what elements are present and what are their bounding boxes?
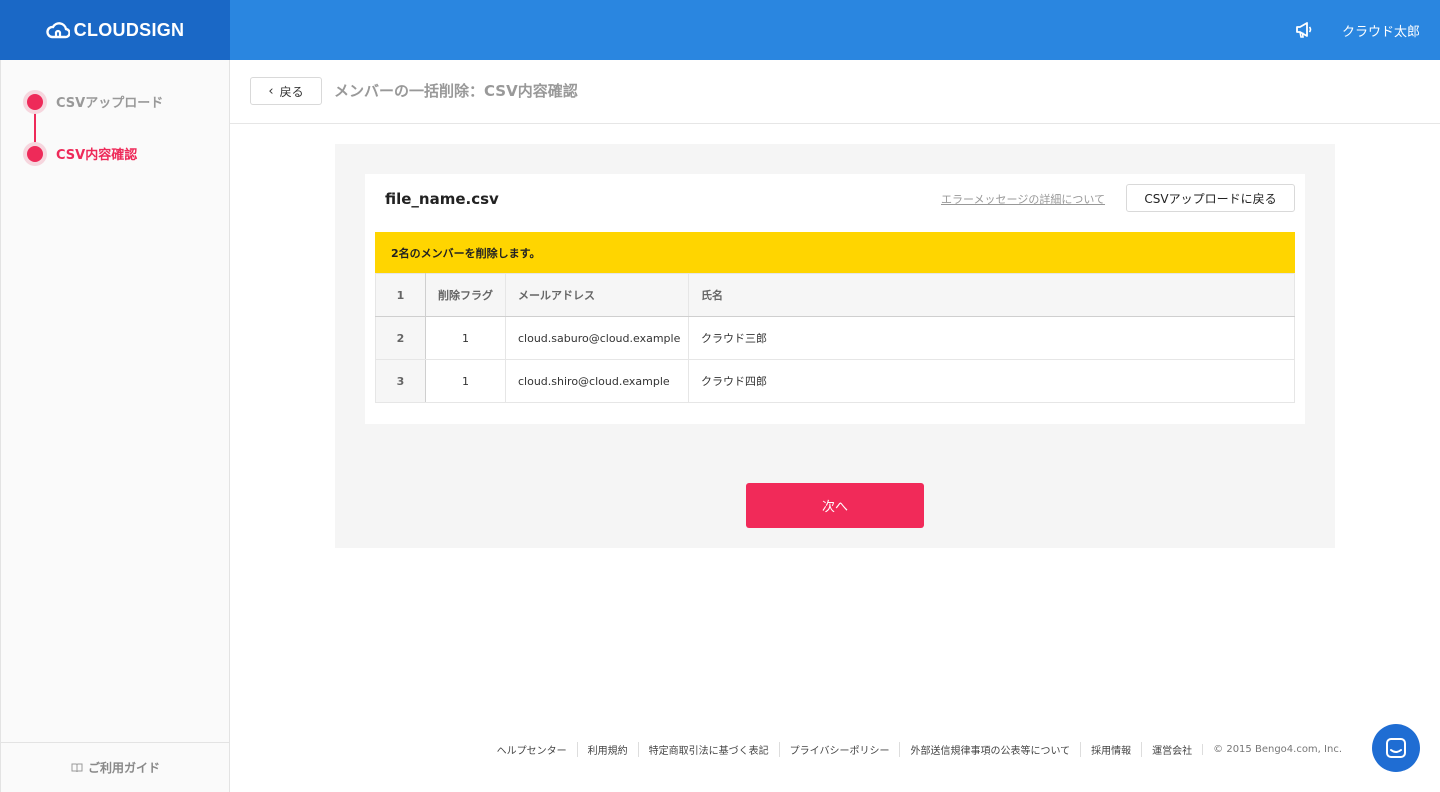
csv-card: file_name.csv エラーメッセージの詳細について CSVアップロードに… [365, 174, 1305, 424]
row-number: 2 [375, 316, 426, 360]
sidebar: CSVアップロード CSV内容確認 ご利用ガイド [0, 60, 230, 792]
logo[interactable]: CLOUDSIGN [0, 0, 230, 60]
top-header: CLOUDSIGN クラウド太郎 [0, 0, 1440, 60]
cloud-logo-icon [45, 22, 70, 39]
footer-link-terms[interactable]: 利用規約 [576, 742, 638, 757]
file-name: file_name.csv [385, 190, 499, 208]
chevron-left-icon: ‹ [268, 83, 274, 99]
page-header: ‹ 戻る メンバーの一括削除：CSV内容確認 [230, 60, 1440, 124]
cell-email: cloud.shiro@cloud.example [505, 359, 689, 403]
megaphone-icon[interactable] [1294, 20, 1314, 40]
step-label: CSV内容確認 [56, 148, 138, 163]
step-label: CSVアップロード [56, 96, 164, 111]
content-panel: file_name.csv エラーメッセージの詳細について CSVアップロードに… [335, 144, 1335, 548]
row-number: 1 [375, 273, 426, 317]
delete-notice: 2名のメンバーを削除します。 [375, 232, 1295, 273]
table-header-row: 1 削除フラグ メールアドレス 氏名 [375, 273, 1295, 317]
footer-link-commerce[interactable]: 特定商取引法に基づく表記 [637, 742, 779, 757]
table-row: 3 1 cloud.shiro@cloud.example クラウド四郎 [375, 359, 1295, 403]
error-details-link[interactable]: エラーメッセージの詳細について [941, 191, 1105, 207]
step-csv-confirm: CSV内容確認 [27, 144, 137, 163]
logo-text: CLOUDSIGN [73, 19, 185, 40]
footer-link-external[interactable]: 外部送信規律事項の公表等について [899, 742, 1080, 757]
book-icon [71, 763, 83, 772]
cell-flag: 1 [425, 316, 506, 360]
page-title: メンバーの一括削除：CSV内容確認 [334, 82, 578, 100]
step-dot [27, 93, 43, 110]
cell-email: cloud.saburo@cloud.example [505, 316, 689, 360]
back-button[interactable]: ‹ 戻る [250, 77, 322, 105]
footer-link-careers[interactable]: 採用情報 [1080, 742, 1141, 757]
column-header-email: メールアドレス [505, 273, 689, 317]
row-number: 3 [375, 359, 426, 403]
guide-label: ご利用ガイド [87, 761, 160, 775]
cell-name: クラウド四郎 [688, 359, 1295, 403]
cell-flag: 1 [425, 359, 506, 403]
footer-link-privacy[interactable]: プライバシーポリシー [778, 742, 900, 757]
footer-link-help[interactable]: ヘルプセンター [487, 742, 577, 757]
csv-table: 1 削除フラグ メールアドレス 氏名 2 1 cloud.saburo@clou… [375, 273, 1295, 403]
step-dot [27, 145, 43, 162]
back-label: 戻る [279, 84, 304, 99]
usage-guide-link[interactable]: ご利用ガイド [1, 742, 230, 792]
copyright: © 2015 Bengo4.com, Inc. [1202, 744, 1342, 755]
chat-launcher-button[interactable] [1372, 724, 1420, 772]
column-header-flag: 削除フラグ [425, 273, 506, 317]
back-to-csv-upload-button[interactable]: CSVアップロードに戻る [1126, 184, 1295, 212]
chat-icon [1386, 738, 1406, 758]
step-csv-upload: CSVアップロード [27, 92, 163, 111]
next-button[interactable]: 次へ [746, 483, 924, 528]
footer-link-company[interactable]: 運営会社 [1141, 742, 1202, 757]
next-area: 次へ [335, 464, 1335, 548]
footer: ヘルプセンター 利用規約 特定商取引法に基づく表記 プライバシーポリシー 外部送… [487, 742, 1342, 757]
user-menu[interactable]: クラウド太郎 [1342, 21, 1420, 40]
table-row: 2 1 cloud.saburo@cloud.example クラウド三郎 [375, 316, 1295, 360]
cell-name: クラウド三郎 [688, 316, 1295, 360]
column-header-name: 氏名 [688, 273, 1295, 317]
header-right: クラウド太郎 [1294, 0, 1420, 60]
step-connector [34, 108, 36, 146]
